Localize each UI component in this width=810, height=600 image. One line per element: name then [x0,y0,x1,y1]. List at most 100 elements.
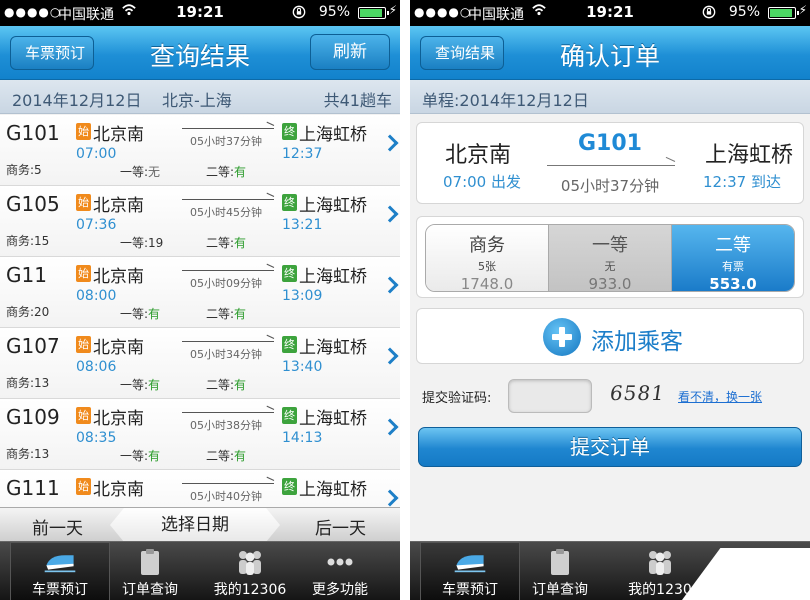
travel-duration: 05小时09分钟 [190,277,262,290]
business-seats: 商务:20 [6,305,50,319]
first-class-seats: 一等:19 [120,236,164,250]
origin-badge: 始 [76,478,91,495]
rotation-lock-icon [292,5,306,19]
departure-station: 北京南 [93,409,144,429]
route-arrow [182,341,274,342]
arrival-time: 13:21 [282,217,323,233]
tab-ticket-booking[interactable]: 车票预订 [10,542,110,600]
terminus-badge: 终 [282,194,297,211]
captcha-input[interactable] [508,379,592,413]
route-arrow [182,412,274,413]
first-class-seats: 一等:无 [120,165,161,179]
second-class-seats: 二等:有 [206,165,247,179]
origin-badge: 始 [76,407,91,424]
tab-order-query[interactable]: 订单查询 [100,542,200,600]
chevron-right-icon [381,347,399,365]
trip-date: 单程:2014年12月12日 [410,80,810,114]
arrival-station: 上海虹桥 [704,143,793,168]
train-row[interactable]: G111 始北京南 05小时40分钟 终上海虹桥 [0,470,400,507]
trip-summary-card: 北京南 07:00 出发 G101 05小时37分钟 上海虹桥 12:37 到达 [416,122,804,204]
tab-order-query[interactable]: 订单查询 [510,542,610,600]
train-row[interactable]: G107 商务:13 始北京南 08:06 一等:有 05小时34分钟 二等:有 终上海虹桥 1… [0,328,400,399]
train-row[interactable]: G101 商务:5 始北京南 07:00 一等:无 05小时37分钟 二等:有 终上海虹桥 12… [0,115,400,186]
train-row[interactable]: G11 商务:20 始北京南 08:00 一等:有 05小时09分钟 二等:有 终上海虹桥 13… [0,257,400,328]
first-class-seats: 一等:有 [120,449,161,463]
captcha-row: 提交验证码: 6581 看不清，换一张 [422,377,798,417]
travel-date: 2014年12月12日 [12,91,142,110]
departure-time: 07:00 [76,146,117,162]
train-code: G107 [6,334,60,358]
plus-icon [543,318,581,356]
people-icon [239,551,261,575]
rotation-lock-icon [702,5,716,19]
departure-time: 08:00 [76,288,117,304]
arrival-time: 13:09 [282,288,323,304]
train-code: G11 [6,263,47,287]
second-class-seats: 二等:有 [206,236,247,250]
tab-bar: 车票预订 订单查询 我的12306 更多功能 [0,541,400,600]
battery-icon [358,7,389,19]
arrival-station: 上海虹桥 [299,338,367,358]
tab-my-12306[interactable]: 我的12306 [200,542,300,600]
departure-station: 北京南 [93,480,144,500]
arrival-station: 上海虹桥 [299,409,367,429]
confirm-order-screen: ●●●●○ 中国联通 19:21 95% ⚡ 查询结果 确认订单 单程:2014… [410,0,810,600]
terminus-badge: 终 [282,407,297,424]
status-bar: ●●●●○ 中国联通 19:21 95% ⚡ [0,0,400,26]
people-icon [649,551,671,575]
travel-duration: 05小时34分钟 [190,348,262,361]
previous-day-button[interactable]: 前一天 [32,514,83,539]
arrival-station: 上海虹桥 [299,125,367,145]
nav-bar: 车票预订 查询结果 刷新 [0,26,400,80]
chevron-right-icon [381,205,399,223]
first-class-seats: 一等:有 [120,307,161,321]
submit-order-button[interactable]: 提交订单 [418,427,802,467]
travel-duration: 05小时45分钟 [190,206,262,219]
nav-bar: 查询结果 确认订单 [410,26,810,80]
next-day-button[interactable]: 后一天 [315,514,366,539]
search-results-screen: ●●●●○ 中国联通 19:21 95% ⚡ 车票预订 查询结果 刷新 2014… [0,0,400,600]
charging-icon: ⚡ [798,3,807,17]
train-list: G101 商务:5 始北京南 07:00 一等:无 05小时37分钟 二等:有终上海虹桥 12… [0,115,400,507]
status-bar: ●●●●○ 中国联通 19:21 95% ⚡ [410,0,810,26]
add-passenger-button[interactable]: 添加乘客 [416,308,804,364]
charging-icon: ⚡ [388,3,397,17]
train-count: 共41趟车 [323,91,392,110]
refresh-button[interactable]: 刷新 [310,34,390,70]
train-row[interactable]: G109 商务:13 始北京南 08:35 一等:有 05小时38分钟 二等:有 终上海虹桥 1… [0,399,400,470]
route-arrow [182,128,274,129]
captcha-image: 6581 [608,381,667,405]
select-date-button[interactable]: 选择日期 [110,508,280,542]
arrival-time: 13:40 [282,359,323,375]
arrival-time: 12:37 到达 [703,173,781,191]
departure-time: 08:35 [76,430,117,446]
origin-badge: 始 [76,265,91,282]
tab-more-functions[interactable]: 更多功能 [290,542,390,600]
seat-option-second-class[interactable]: 二等 有票 553.0 [672,225,794,291]
clipboard-icon [141,549,159,575]
origin-badge: 始 [76,123,91,140]
chevron-right-icon [381,134,399,152]
tab-ticket-booking[interactable]: 车票预订 [420,542,520,600]
train-icon [454,555,486,573]
seat-option-business[interactable]: 商务 5张 1748.0 [426,225,549,291]
captcha-label: 提交验证码: [422,391,492,406]
departure-station: 北京南 [93,267,144,287]
search-summary: 2014年12月12日 北京-上海 共41趟车 [0,80,400,114]
route-arrow [547,165,675,166]
train-row[interactable]: G105 商务:15 始北京南 07:36 一等:19 05小时45分钟 二等:有 终上海虹桥… [0,186,400,257]
business-seats: 商务:13 [6,447,50,461]
terminus-badge: 终 [282,123,297,140]
train-code: G109 [6,405,60,429]
departure-time: 08:06 [76,359,117,375]
seat-option-first-class[interactable]: 一等 无 933.0 [549,225,672,291]
departure-station: 北京南 [93,196,144,216]
more-icon [327,558,353,566]
arrival-station: 上海虹桥 [299,196,367,216]
business-seats: 商务:13 [6,376,50,390]
chevron-right-icon [381,276,399,294]
clipboard-icon [551,549,569,575]
terminus-badge: 终 [282,336,297,353]
add-passenger-label: 添加乘客 [591,329,683,355]
refresh-captcha-link[interactable]: 看不清，换一张 [678,388,762,405]
